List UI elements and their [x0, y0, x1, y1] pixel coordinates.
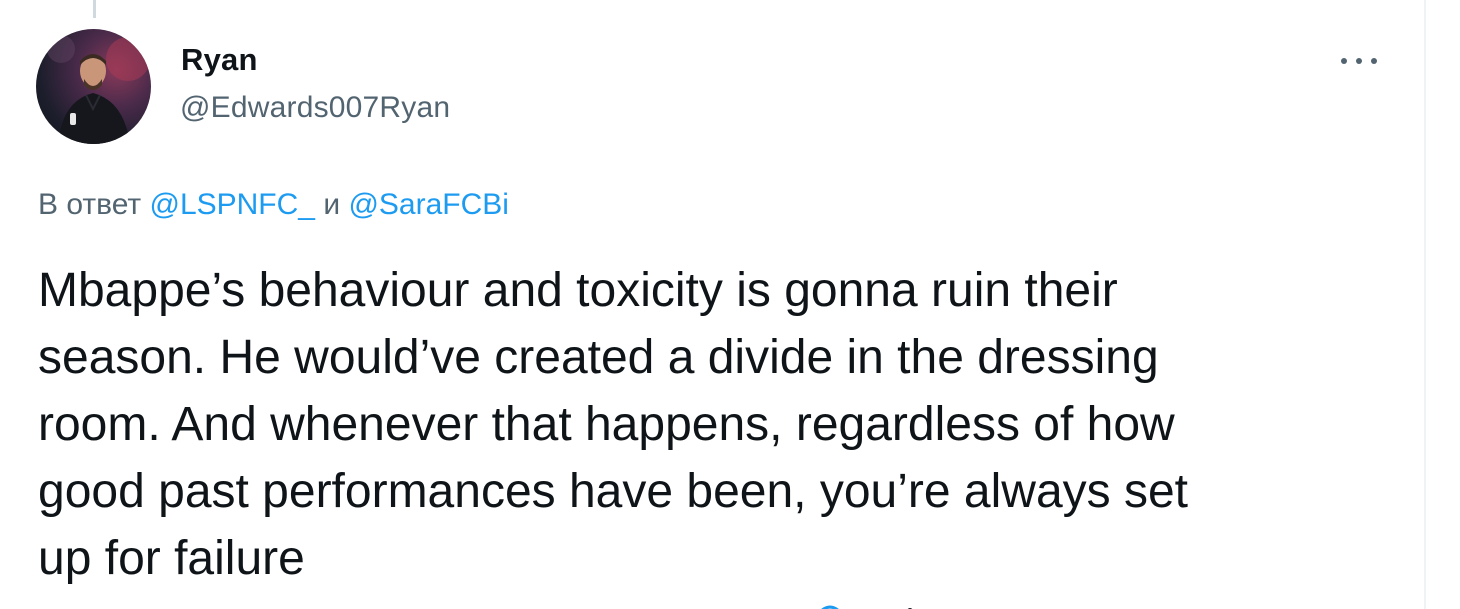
more-horizontal-icon-dot	[1356, 58, 1362, 64]
replying-to-prefix: В ответ	[38, 188, 142, 221]
thread-connector-line	[93, 0, 96, 18]
action-icon-partial	[821, 605, 913, 609]
more-horizontal-icon	[1341, 58, 1347, 64]
mention-link-sarafcbi[interactable]: @SaraFCBi	[348, 188, 509, 221]
tweet-page: Ryan @Edwards007Ryan В ответ @LSPNFC_ и …	[0, 0, 1460, 609]
avatar[interactable]	[36, 29, 151, 144]
author-handle[interactable]: @Edwards007Ryan	[180, 91, 450, 125]
mention-link-lspnfc[interactable]: @LSPNFC_	[149, 188, 315, 221]
author-display-name[interactable]: Ryan	[181, 42, 258, 78]
tweet-text: Mbappe’s behaviour and toxicity is gonna…	[38, 264, 1189, 585]
replying-to-conjunction: и	[323, 188, 341, 221]
timeline-right-border	[1424, 0, 1426, 609]
more-horizontal-icon-dot	[1371, 58, 1377, 64]
more-options-button[interactable]	[1341, 46, 1377, 76]
replying-to-line: В ответ @LSPNFC_ и @SaraFCBi	[38, 188, 509, 222]
user-avatar-photo-icon	[47, 35, 150, 144]
